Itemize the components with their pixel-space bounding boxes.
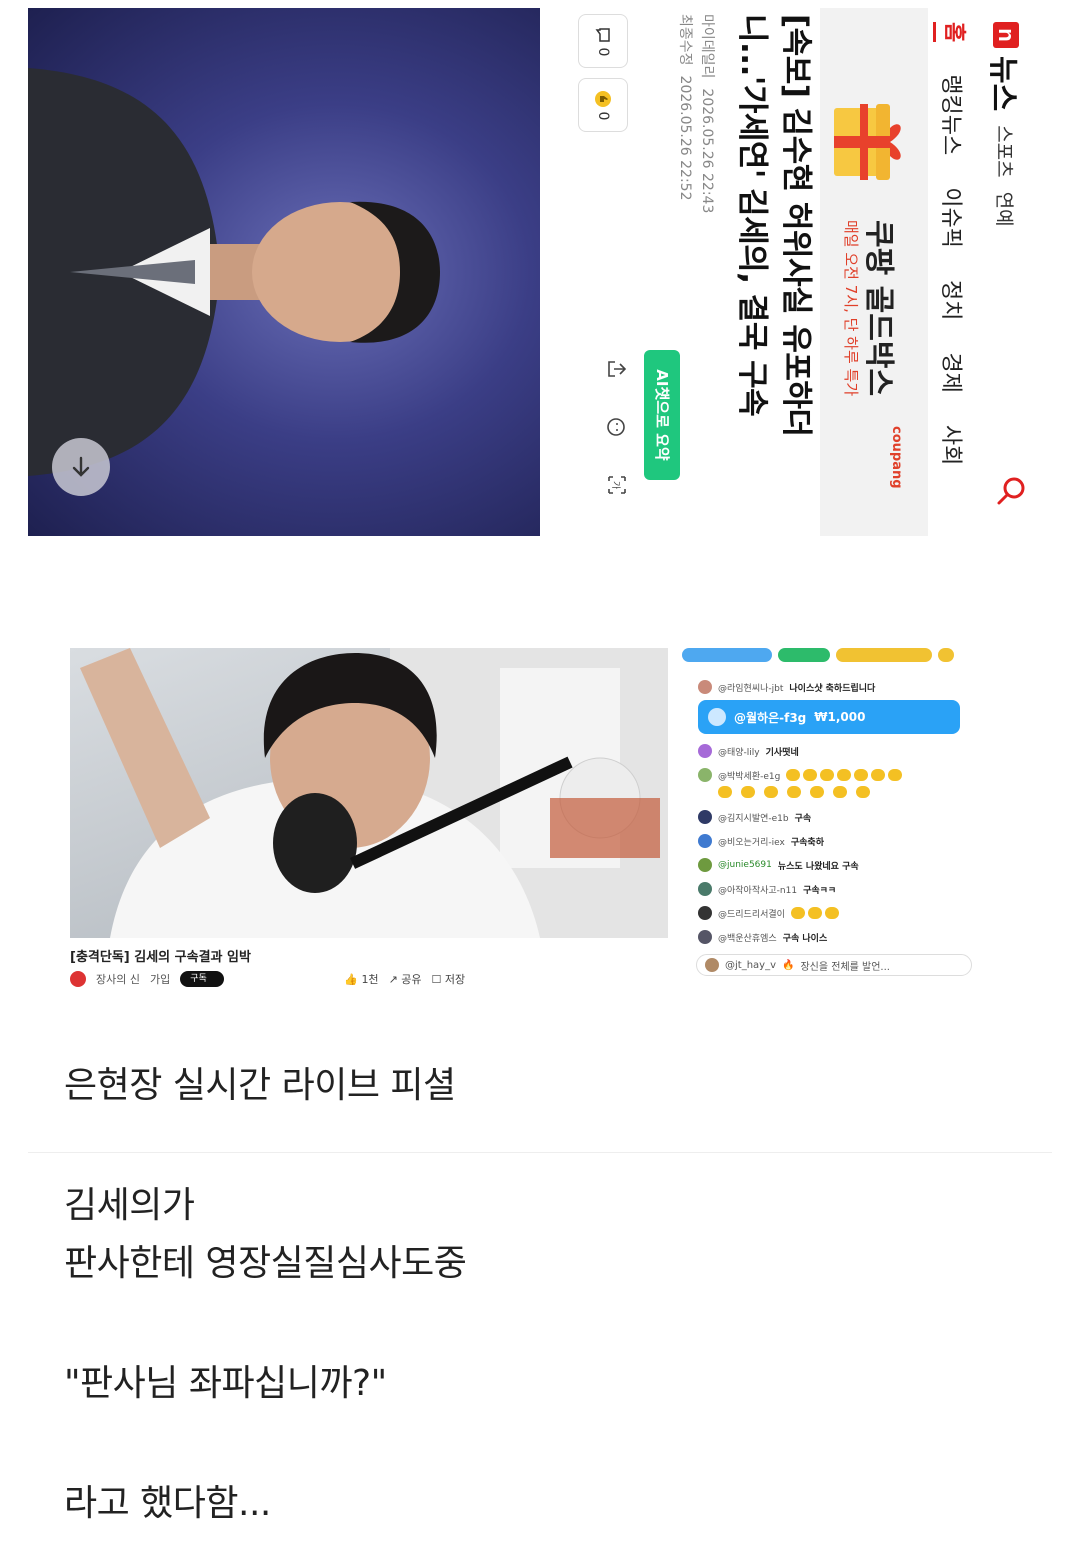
emoji-icon[interactable]	[606, 416, 628, 438]
font-size-icon[interactable]: 가	[606, 474, 628, 496]
article-photo	[28, 8, 540, 536]
chat-emote-row	[718, 786, 873, 798]
modified-date: 2026.05.26 22:52	[677, 75, 693, 201]
subtab-entertainment[interactable]: 연예	[993, 192, 1020, 227]
tab-home[interactable]: 홈	[933, 22, 973, 43]
streamer-frame	[80, 648, 668, 938]
chat-message: @박박세환-e1g	[698, 768, 905, 782]
chat-message: @비오는거리-iex 구속축하	[698, 834, 824, 848]
search-icon[interactable]	[996, 476, 1026, 506]
fire-icon: 🔥	[782, 959, 795, 971]
chat-message: @김지시발연-e1b 구속	[698, 810, 811, 824]
chat-message: @드리드리서결이	[698, 906, 842, 920]
chat-ticker	[682, 648, 982, 664]
video-title: [충격단독] 김세의 구속결과 임박	[70, 950, 251, 965]
reactions-pill[interactable]: 0	[578, 78, 628, 132]
comment-icon	[595, 27, 610, 42]
chat-message: @junie5691 뉴스도 나왔네요 구속	[698, 858, 859, 872]
coupang-ad-banner[interactable]: 쿠팡 골드박스 매일 오전 7시, 단 하루 특가 coupang	[820, 8, 928, 536]
article-headline: [속보] 김수현 허위사실 유포하더니...'가세연' 김세의, 결국 구속	[734, 14, 814, 437]
super-chat-donation: @월하은-f3g ₩1,000	[698, 700, 960, 734]
news-title: 뉴스	[985, 56, 1020, 112]
tab-society[interactable]: 사회	[937, 425, 969, 465]
news-tab-bar: 홈 랭킹뉴스 이슈픽 정치 경제 사회	[930, 8, 976, 536]
news-screenshot: n 뉴스 스포츠 연예 홈 랭킹뉴스 이슈픽 정치 경제 사회 쿠팡 골드박스 …	[28, 8, 1040, 536]
join-button[interactable]: 가입	[150, 971, 170, 987]
ai-summary-button[interactable]: AI챗으로 요약	[644, 350, 680, 480]
reaction-pills: 0 0	[578, 14, 628, 132]
chat-message: @백운산휴엠스 구속 나이스	[698, 930, 827, 944]
svg-text:가: 가	[610, 481, 621, 489]
subscribe-button[interactable]: 구독	[180, 971, 225, 987]
video-action-bar: 장사의 신 가입 구독 👍 1천 ↗ 공유 ☐ 저장	[70, 970, 668, 988]
gift-box-icon	[834, 104, 901, 180]
donor-avatar	[708, 708, 726, 726]
video-player[interactable]	[70, 648, 668, 938]
share-button[interactable]: ↗ 공유	[389, 971, 422, 987]
subtab-sports[interactable]: 스포츠	[993, 125, 1020, 177]
post-text-line: 라고 했다함...	[64, 1483, 271, 1524]
comments-pill[interactable]: 0	[578, 14, 628, 68]
save-button[interactable]: ☐ 저장	[432, 971, 466, 987]
article-meta: 마이데일리 2026.05.26 22:43 최종수정 2026.05.26 22:…	[674, 14, 718, 223]
news-header: n 뉴스 스포츠 연예	[980, 8, 1040, 536]
ad-title: 쿠팡 골드박스	[861, 220, 896, 397]
tab-ranking[interactable]: 랭킹뉴스	[937, 74, 969, 155]
stream-screenshot: [충격단독] 김세의 구속결과 임박 장사의 신 가입 구독 👍 1천 ↗ 공유…	[70, 648, 982, 988]
tab-politics[interactable]: 정치	[937, 280, 969, 320]
modified-label: 최종수정	[677, 14, 693, 66]
channel-name[interactable]: 장사의 신	[96, 971, 140, 987]
chat-input[interactable]: @jt_hay_v 🔥 장신을 전체를 발언...	[696, 954, 972, 976]
publisher-name: 마이데일리	[699, 14, 715, 79]
share-icon[interactable]	[606, 358, 628, 380]
tab-issue[interactable]: 이슈픽	[937, 187, 969, 248]
post-text-line: 김세의가	[64, 1185, 195, 1226]
tab-economy[interactable]: 경제	[937, 352, 969, 392]
article-tools: 가	[606, 358, 628, 496]
comments-count: 0	[595, 47, 611, 57]
naver-logo-mark: n	[993, 22, 1019, 48]
post-text-line: 판사한테 영장실질심사도중	[64, 1243, 467, 1284]
chat-message: @아작아작사고-n11 구속ㅋㅋ	[698, 882, 836, 896]
like-button[interactable]: 👍 1천	[344, 971, 378, 987]
next-photo-button[interactable]	[52, 438, 110, 496]
live-chat: @라임현씨나-jbt 나이스샷 축하드립니다 @월하은-f3g ₩1,000 @태…	[682, 648, 982, 988]
post-text-line: 은현장 실시간 라이브 피셜	[64, 1065, 456, 1106]
divider	[28, 1152, 1052, 1153]
reactions-count: 0	[595, 111, 611, 121]
post-text-line: "판사님 좌파십니까?"	[64, 1363, 387, 1404]
ad-brand: coupang	[889, 426, 904, 489]
chat-message: @라임현씨나-jbt 나이스샷 축하드립니다	[698, 680, 875, 694]
ad-subtitle: 매일 오전 7시, 단 하루 특가	[842, 220, 860, 397]
input-date: 2026.05.26 22:43	[699, 88, 715, 214]
arrow-right-icon	[72, 456, 90, 477]
chat-message: @태양-lily 기사떳네	[698, 744, 799, 758]
thumbs-up-icon	[595, 90, 611, 107]
channel-avatar[interactable]	[70, 971, 86, 987]
